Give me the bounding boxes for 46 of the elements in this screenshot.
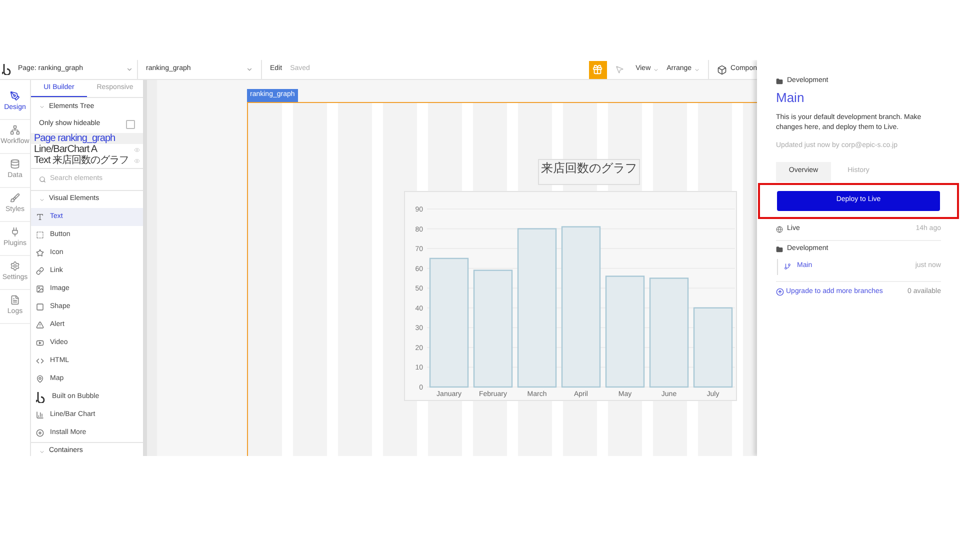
document-icon xyxy=(10,295,20,306)
tree-item[interactable]: Line/BarChart A xyxy=(31,144,143,155)
caret-icon xyxy=(652,66,659,72)
image-icon xyxy=(36,285,44,293)
cube-icon[interactable] xyxy=(716,64,727,74)
caret-icon xyxy=(39,104,45,110)
square-icon xyxy=(36,303,44,311)
warning-icon xyxy=(36,321,44,329)
settings-icon xyxy=(10,261,20,272)
gift-button[interactable] xyxy=(588,60,607,78)
folder-icon xyxy=(776,78,783,85)
caret-icon xyxy=(39,448,45,454)
pen-icon xyxy=(10,91,20,102)
plus-circle-icon xyxy=(36,429,44,437)
upgrade-icon xyxy=(776,288,784,296)
branch-icon xyxy=(784,263,791,270)
logo-icon xyxy=(36,392,46,402)
brush-icon xyxy=(10,193,20,204)
link-icon xyxy=(36,267,44,275)
hierarchy-icon xyxy=(10,125,20,136)
video-icon xyxy=(36,339,44,347)
star-icon xyxy=(36,249,44,257)
dashed-square-icon xyxy=(36,231,44,239)
eye-icon[interactable] xyxy=(134,158,140,164)
caret-icon xyxy=(694,66,700,72)
hideable-checkbox[interactable] xyxy=(126,120,135,129)
text-icon xyxy=(36,213,44,221)
chart-title: 来店回数のグラフ xyxy=(538,159,640,185)
tree-item[interactable]: Text 来店回数のグラフ xyxy=(31,155,143,166)
eye-icon[interactable] xyxy=(134,146,140,152)
branch-title: Main xyxy=(776,88,806,106)
folder-icon xyxy=(776,246,783,253)
plug-icon xyxy=(10,227,20,238)
cursor-icon[interactable] xyxy=(614,65,624,74)
database-icon xyxy=(10,159,20,170)
code-icon xyxy=(36,357,44,365)
map-pin-icon xyxy=(36,375,44,383)
caret-icon xyxy=(126,66,133,73)
gift-icon xyxy=(592,64,604,75)
logo-icon xyxy=(2,64,12,75)
tree-item[interactable]: Page ranking_graph xyxy=(31,133,143,144)
caret-icon xyxy=(246,66,253,73)
search-icon xyxy=(39,176,46,183)
globe-icon xyxy=(776,226,783,233)
caret-icon xyxy=(39,196,45,202)
bar-chart-icon xyxy=(36,411,44,419)
